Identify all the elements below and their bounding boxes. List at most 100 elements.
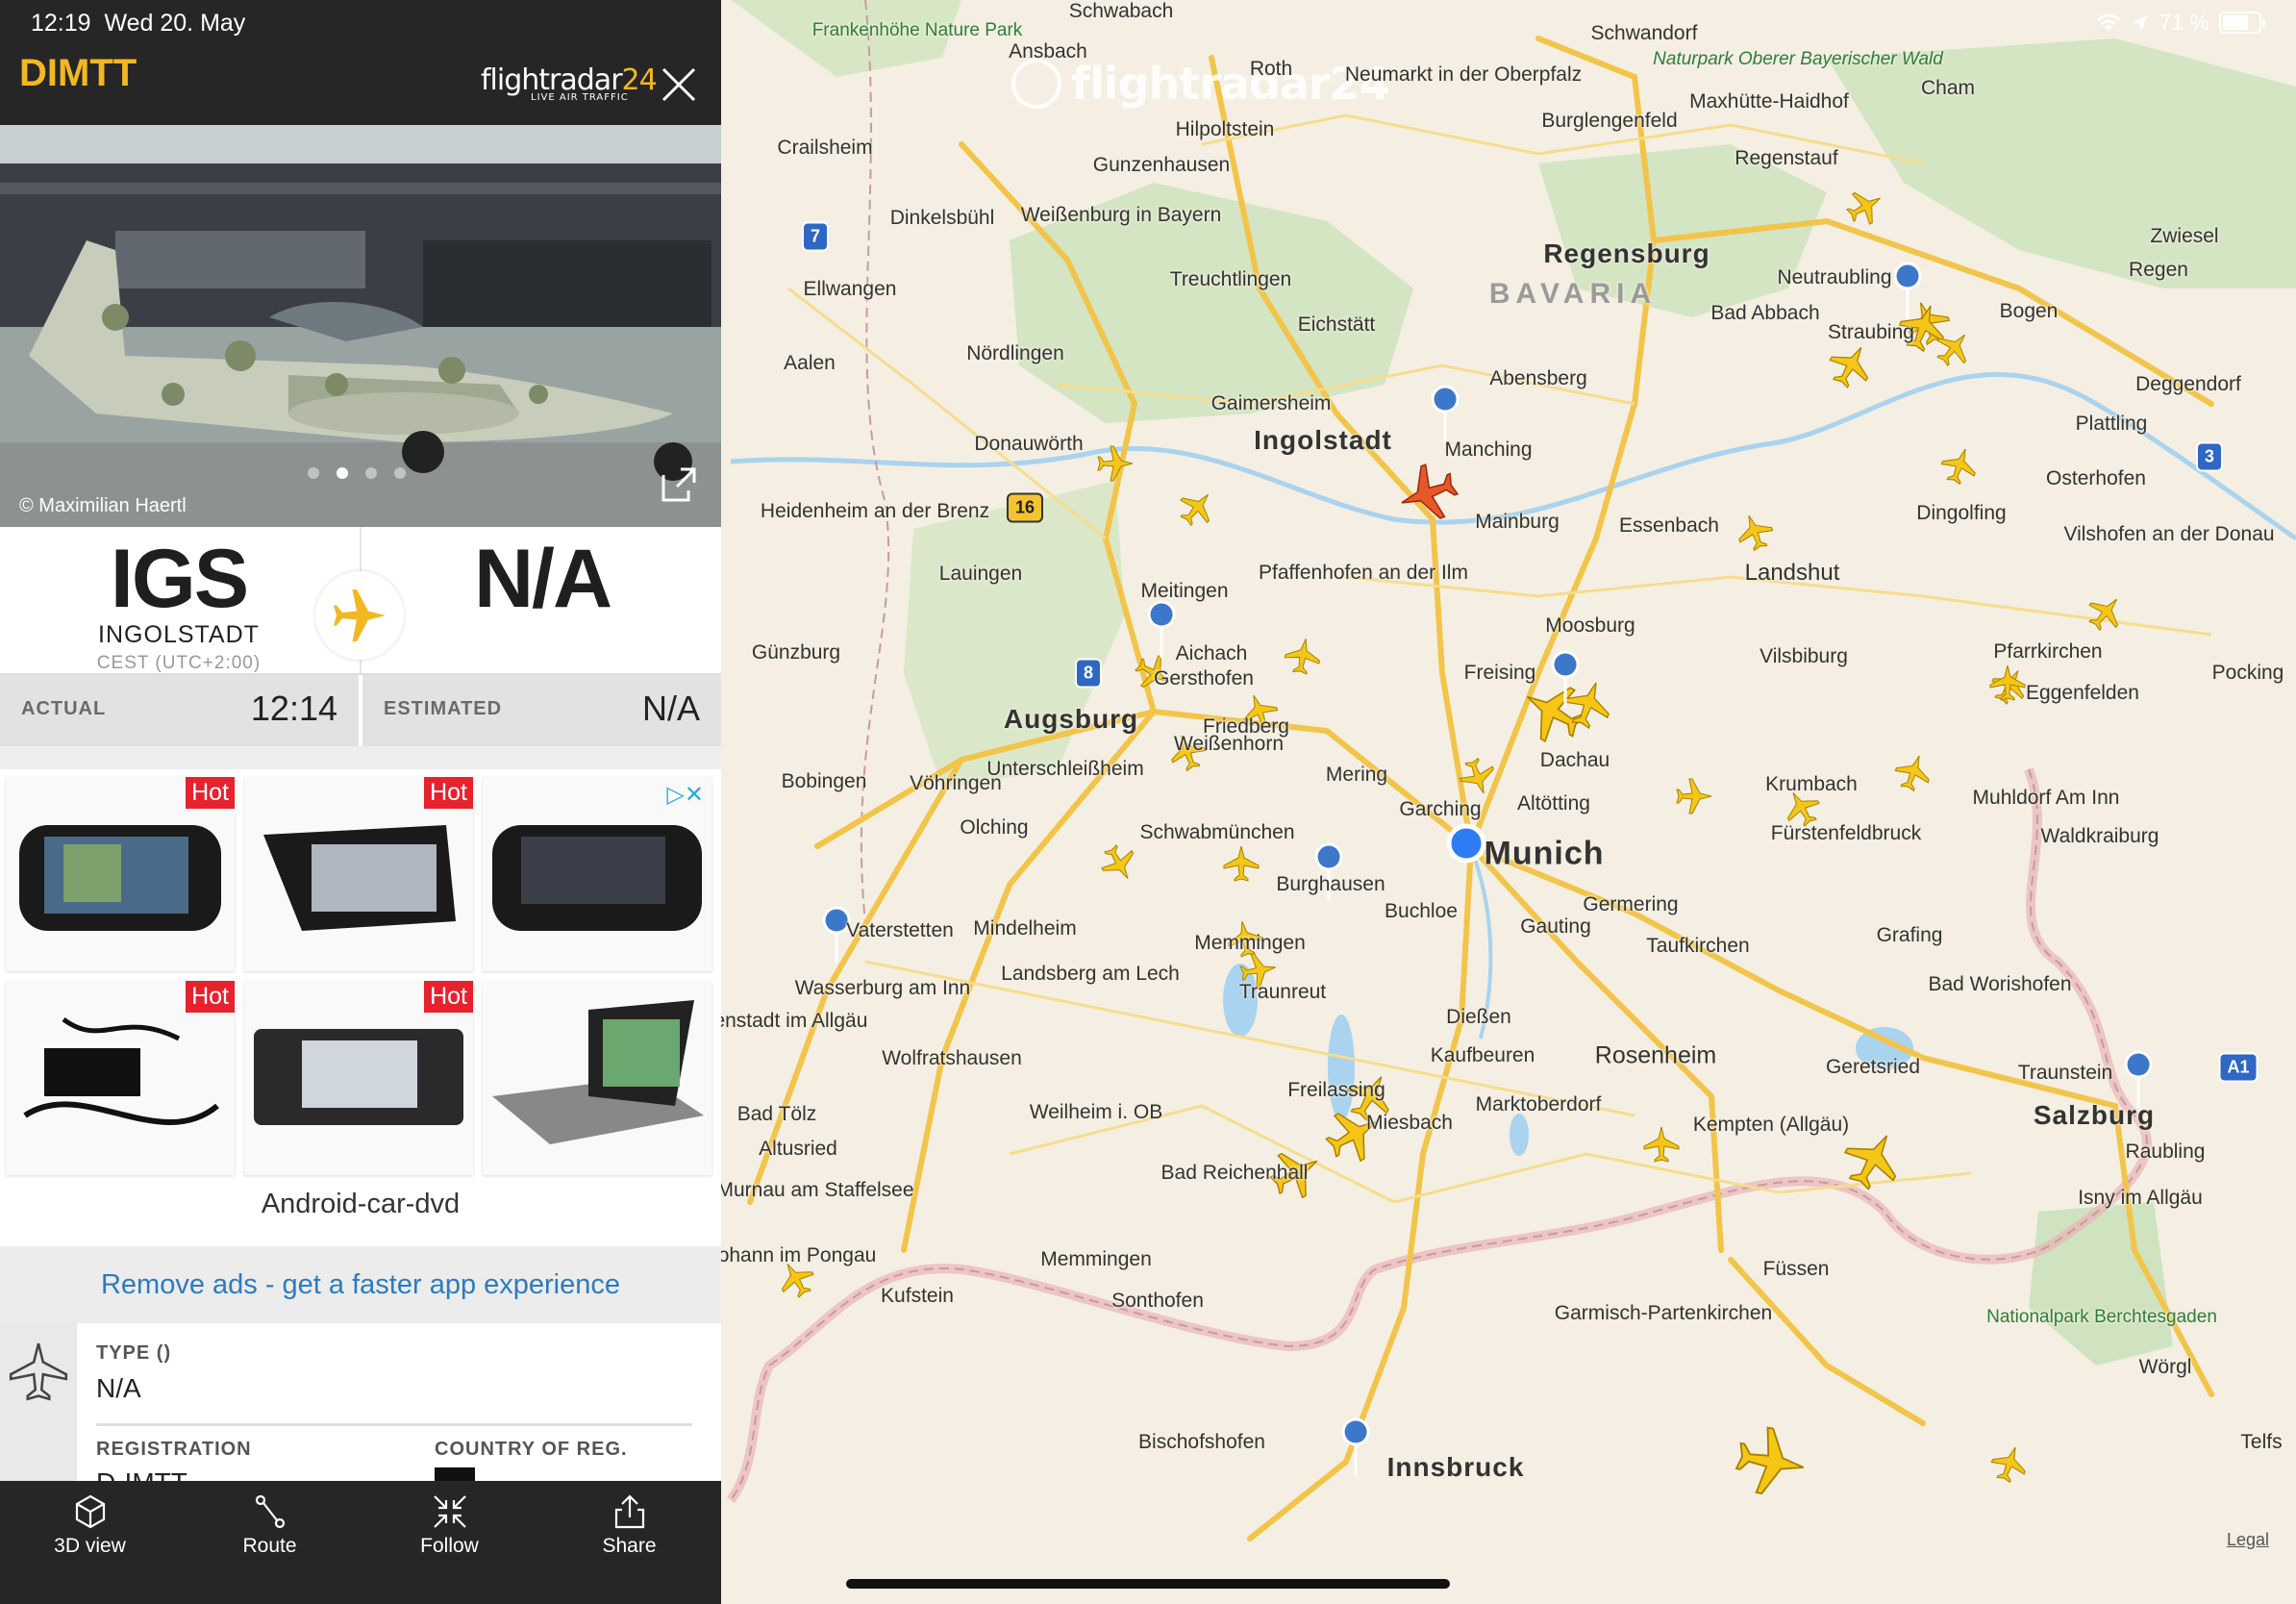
type-label: TYPE ()	[96, 1342, 172, 1364]
share-button[interactable]: Share	[539, 1481, 719, 1604]
airport-pin-icon[interactable]	[1431, 385, 1460, 443]
town-label: Garching	[1399, 798, 1482, 820]
town-label: Altötting	[1517, 792, 1590, 815]
3d-view-button[interactable]: 3D view	[0, 1481, 180, 1604]
town-label: Vaterstetten	[846, 919, 954, 941]
origin-city: INGOLSTADT	[98, 621, 260, 648]
town-label: Bischofshofen	[1138, 1431, 1265, 1453]
selected-aircraft-icon[interactable]	[1391, 457, 1464, 530]
aircraft-icon[interactable]	[1676, 778, 1712, 815]
aircraft-photo[interactable]: © Maximilian Haertl	[0, 125, 721, 527]
cube-icon	[75, 1494, 105, 1529]
aircraft-icon[interactable]	[1732, 509, 1778, 555]
road-shield: 3	[2195, 441, 2224, 472]
photo-page-dots[interactable]	[308, 467, 406, 479]
ad-product-tile[interactable]: Hot	[6, 981, 235, 1175]
aircraft-icon[interactable]	[1890, 749, 1936, 795]
town-label: Mainburg	[1475, 511, 1560, 533]
town-label: Eichstätt	[1297, 313, 1376, 336]
town-label: Ellwangen	[803, 278, 897, 300]
town-label: Muhldorf Am Inn	[1972, 787, 2120, 809]
close-icon[interactable]	[658, 63, 700, 106]
town-label: Schwandorf	[1590, 22, 1698, 44]
home-indicator[interactable]	[846, 1579, 1450, 1589]
aircraft-icon[interactable]	[1840, 182, 1890, 232]
aircraft-icon[interactable]	[1986, 1441, 2033, 1487]
town-label: Meitingen	[1140, 580, 1229, 602]
ad-product-tile[interactable]	[483, 981, 711, 1175]
town-label: Hilpoltstein	[1175, 118, 1275, 140]
aircraft-icon[interactable]	[1094, 839, 1144, 889]
city-label: Rosenheim	[1594, 1041, 1717, 1069]
aircraft-icon[interactable]	[1282, 635, 1324, 677]
ad-product-tile[interactable]: Hot	[244, 777, 473, 971]
town-label: Zwiesel	[2150, 225, 2219, 247]
aircraft-icon[interactable]	[1936, 442, 1983, 489]
remove-ads-link[interactable]: Remove ads - get a faster app experience	[0, 1246, 721, 1323]
city-label: Ingolstadt	[1254, 425, 1392, 455]
route-label: Route	[242, 1535, 297, 1557]
town-label: Bad Tölz	[736, 1103, 817, 1125]
town-label: Wörgl	[2138, 1356, 2192, 1378]
3d-view-label: 3D view	[54, 1535, 126, 1557]
town-label: Raubling	[2125, 1140, 2206, 1163]
origin-airport[interactable]: IGS INGOLSTADT CEST (UTC+2:00)	[0, 531, 358, 674]
town-label: Freising	[1463, 662, 1536, 684]
photo-credit: © Maximilian Haertl	[19, 495, 187, 516]
park-label: Frankenhöhe Nature Park	[811, 20, 1023, 40]
airport-pin-icon[interactable]	[822, 906, 851, 965]
town-label: Maxhütte-Haidhof	[1689, 90, 1849, 113]
aircraft-icon[interactable]	[1732, 1422, 1810, 1501]
airport-pin-icon[interactable]	[1893, 262, 1922, 320]
town-label: Burghausen	[1276, 873, 1385, 895]
current-location-icon	[1446, 823, 1486, 864]
ad-caption[interactable]: Android-car-dvd	[0, 1189, 721, 1220]
town-label: Altusried	[759, 1138, 837, 1160]
town-label: Mindelheim	[973, 917, 1077, 940]
hot-badge: Hot	[424, 777, 473, 809]
aircraft-icon[interactable]	[1223, 845, 1260, 882]
destination-airport[interactable]: N/A	[363, 531, 721, 627]
wifi-icon	[2096, 13, 2120, 31]
type-value: N/A	[96, 1373, 141, 1403]
route-button[interactable]: Route	[180, 1481, 360, 1604]
ad-product-tile[interactable]: ▷✕	[483, 777, 711, 971]
time-row: ACTUAL 12:14 ESTIMATED N/A	[0, 675, 721, 746]
town-label: Krumbach	[1765, 773, 1858, 795]
aircraft-icon[interactable]	[1643, 1126, 1680, 1163]
town-label: Gunzenhausen	[1092, 154, 1231, 176]
airport-pin-icon[interactable]	[1341, 1417, 1370, 1476]
actual-time: ACTUAL 12:14	[0, 675, 362, 746]
town-label: Lauingen	[938, 563, 1023, 585]
town-label: Dingolfing	[1916, 502, 2007, 524]
town-label: Heidenheim an der Brenz	[760, 500, 990, 522]
town-label: Regenstauf	[1734, 147, 1838, 169]
aircraft-icon[interactable]	[1097, 445, 1134, 482]
ad-product-tile[interactable]: Hot	[244, 981, 473, 1175]
ad-product-tile[interactable]: Hot	[6, 777, 235, 971]
aircraft-icon[interactable]	[1455, 754, 1501, 800]
town-label: Dinkelsbühl	[889, 207, 995, 229]
date-text: Wed 20. May	[104, 10, 246, 37]
follow-button[interactable]: Follow	[360, 1481, 539, 1604]
follow-label: Follow	[420, 1535, 479, 1557]
town-label: Füssen	[1762, 1258, 1830, 1280]
airport-pin-icon[interactable]	[1147, 600, 1176, 659]
aircraft-icon[interactable]	[1172, 483, 1222, 533]
aircraft-icon[interactable]	[2081, 588, 2131, 638]
town-label: Traunstein	[2017, 1062, 2113, 1084]
expand-icon[interactable]	[660, 465, 698, 504]
advertisement[interactable]: Hot Hot ▷✕ Hot Hot Android-car-dvd	[0, 769, 721, 1246]
bottom-toolbar: 3D view Route Follow Share	[0, 1481, 721, 1604]
town-label: Neumarkt in der Oberpfalz	[1344, 63, 1583, 86]
town-label: Abensberg	[1489, 367, 1587, 389]
town-label: Neutraubling	[1777, 266, 1892, 288]
aircraft-icon[interactable]	[1821, 336, 1881, 395]
town-label: Pfaffenhofen an der Ilm	[1259, 562, 1468, 584]
town-label: Mering	[1325, 764, 1388, 786]
town-label: Kempten (Allgäu)	[1692, 1114, 1850, 1136]
town-label: Aalen	[784, 352, 836, 374]
city-label: Innsbruck	[1386, 1452, 1525, 1482]
ad-choices-icon[interactable]: ▷✕	[666, 781, 704, 809]
legal-link[interactable]: Legal	[2227, 1530, 2269, 1550]
